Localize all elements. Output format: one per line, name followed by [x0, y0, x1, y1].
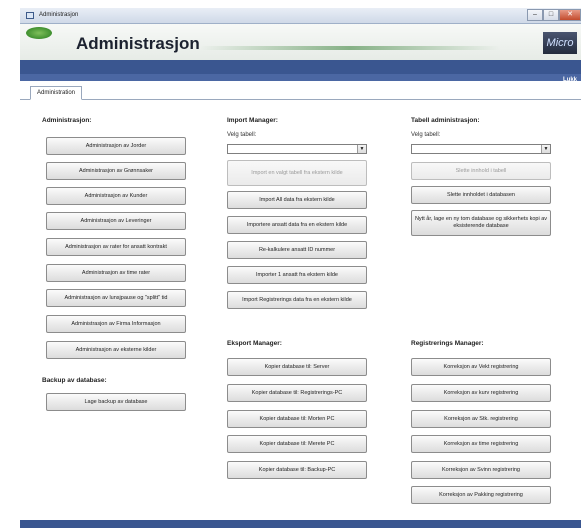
tab-strip: Administration: [20, 86, 581, 100]
copy-db-merete-pc-button[interactable]: Kopier database til: Merete PC: [227, 435, 367, 453]
admin-firma-button[interactable]: Administrasjon av Firma Informasjon: [46, 315, 186, 333]
admin-jorder-button[interactable]: Administrasjon av Jorder: [46, 137, 186, 155]
company-logo: [26, 27, 52, 39]
copy-db-morten-pc-button[interactable]: Kopier database til: Morten PC: [227, 410, 367, 428]
table-admin-section-title: Tabell administrasjon:: [411, 117, 480, 124]
copy-db-registration-pc-button[interactable]: Kopier database til: Registrerings-PC: [227, 384, 367, 402]
correct-piece-registration-button[interactable]: Korreksjon av Stk. registrering: [411, 410, 551, 428]
admin-gronnsaker-button[interactable]: Administrasjon av Grønnsaker: [46, 162, 186, 180]
export-section-title: Eksport Manager:: [227, 340, 282, 347]
window-title: Administrasjon: [39, 12, 79, 18]
copy-db-backup-pc-button[interactable]: Kopier database til: Backup-PC: [227, 461, 367, 479]
admin-eksterne-kilder-button[interactable]: Administrasjon av eksterne kilder: [46, 341, 186, 359]
admin-leveringer-button[interactable]: Administrasjon av Leveringer: [46, 212, 186, 230]
brand-logo: Micro: [543, 32, 577, 54]
import-section-title: Import Manager:: [227, 117, 278, 124]
window-titlebar: Administrasjon – □ ✕: [20, 8, 581, 24]
backup-database-button[interactable]: Lage backup av database: [46, 393, 186, 411]
page-title: Administrasjon: [76, 34, 200, 53]
import-registration-data-button[interactable]: Import Registrerings data fra en ekstern…: [227, 291, 367, 309]
top-nav-bar: [20, 60, 581, 74]
maximize-button[interactable]: □: [543, 9, 559, 21]
admin-section-title: Administrasjon:: [42, 117, 92, 124]
import-select-label: Velg tabell:: [227, 132, 257, 138]
app-window-icon: [26, 12, 34, 19]
correct-waste-registration-button[interactable]: Korreksjon av Svinn registrering: [411, 461, 551, 479]
chevron-down-icon[interactable]: ▼: [357, 145, 366, 153]
admin-rater-button[interactable]: Administrasjon av rater for ansatt kontr…: [46, 238, 186, 256]
status-bar: [20, 520, 581, 528]
registration-section-title: Registrerings Manager:: [411, 340, 484, 347]
minimize-button[interactable]: –: [527, 9, 543, 21]
app-header: Administrasjon Micro: [20, 24, 581, 62]
import-all-data-button[interactable]: Import All data fra ekstern kilde: [227, 191, 367, 209]
import-selected-table-button[interactable]: Import en valgt tabell fra ekstern kilde: [227, 160, 367, 186]
import-table-select[interactable]: ▼: [227, 144, 367, 154]
recalculate-employee-id-button[interactable]: Re-kalkulere ansatt ID nummer: [227, 241, 367, 259]
table-admin-select-label: Velg tabell:: [411, 132, 441, 138]
close-link[interactable]: Lukk: [563, 77, 577, 83]
correct-weight-registration-button[interactable]: Korreksjon av Vekt registrering: [411, 358, 551, 376]
admin-time-rater-button[interactable]: Administrasjon av time rater: [46, 264, 186, 282]
delete-database-content-button[interactable]: Slette innholdet i databasen: [411, 186, 551, 204]
window-controls: – □ ✕: [527, 9, 581, 21]
import-employee-data-button[interactable]: Importere ansatt data fra en ekstern kil…: [227, 216, 367, 234]
correct-time-registration-button[interactable]: Korreksjon av time registrering: [411, 435, 551, 453]
delete-table-content-button[interactable]: Slette innhold i tabell: [411, 162, 551, 180]
admin-kunder-button[interactable]: Administrasjon av Kunder: [46, 187, 186, 205]
tab-administration[interactable]: Administration: [30, 86, 83, 100]
backup-section-title: Backup av database:: [42, 377, 107, 384]
close-window-button[interactable]: ✕: [559, 9, 581, 21]
admin-lunsjpause-button[interactable]: Administrasjon av lunsjpause og "splitt"…: [46, 289, 186, 307]
chevron-down-icon[interactable]: ▼: [541, 145, 550, 153]
header-swoosh: [200, 46, 500, 50]
table-admin-select[interactable]: ▼: [411, 144, 551, 154]
toolbar: Lukk: [20, 74, 581, 83]
correct-basket-registration-button[interactable]: Korreksjon av kurv registrering: [411, 384, 551, 402]
main-panel: Administrasjon: Administrasjon av Jorder…: [20, 100, 581, 520]
import-one-employee-button[interactable]: Importer 1 ansatt fra ekstern kilde: [227, 266, 367, 284]
correct-packing-registration-button[interactable]: Korreksjon av Pakking registrering: [411, 486, 551, 504]
new-year-database-button[interactable]: Nytt år, lage en ny tom database og sikk…: [411, 210, 551, 236]
copy-db-server-button[interactable]: Kopier database til: Server: [227, 358, 367, 376]
